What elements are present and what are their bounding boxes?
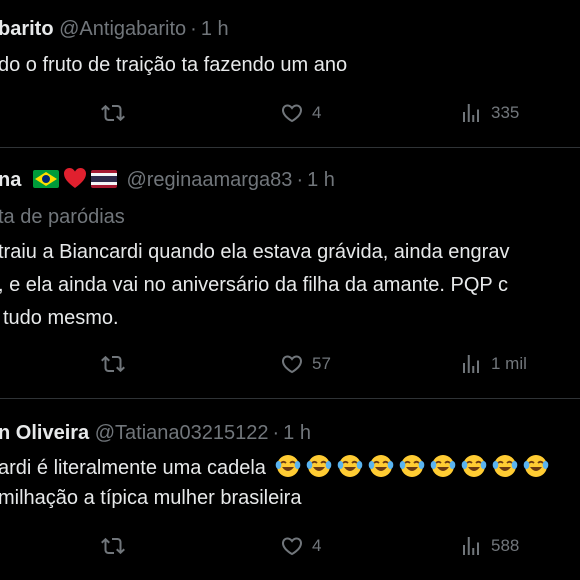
author-handle[interactable]: @reginaamarga83 <box>126 169 292 191</box>
tears-of-joy-emoji <box>462 455 487 477</box>
view-count: 1 mil <box>491 354 527 373</box>
tweet-time[interactable]: 1 h <box>283 422 311 444</box>
author-handle[interactable]: @Tatiana03215122 <box>95 422 269 444</box>
tweet-text-fragment: ardi é literalmente uma cadela <box>0 457 266 479</box>
view-count: 588 <box>491 536 520 555</box>
author-name[interactable]: na <box>0 169 21 191</box>
retweet-icon <box>101 355 125 373</box>
retweet-button[interactable] <box>101 101 133 125</box>
heart-outline-icon <box>281 537 303 556</box>
author-name[interactable]: barito <box>0 18 54 40</box>
tweet-text-line-1: ardi é literalmente uma cadela <box>0 453 554 481</box>
tweet-time[interactable]: 1 h <box>201 18 229 40</box>
red-heart-emoji <box>63 168 86 188</box>
tweet-time[interactable]: 1 h <box>307 169 335 191</box>
like-count: 4 <box>312 536 322 555</box>
like-button[interactable]: 4 <box>280 101 321 125</box>
like-button[interactable]: 4 <box>280 534 321 558</box>
tweet-1[interactable]: barito @Antigabarito · 1 h do o fruto de t… <box>0 0 580 147</box>
tears-of-joy-emoji <box>276 455 301 477</box>
tweet-text: do o fruto de traição ta fazendo um ano <box>0 54 348 76</box>
tears-of-joy-emoji <box>431 455 456 477</box>
heart-outline-icon <box>281 104 303 123</box>
author-name[interactable]: n Oliveira <box>0 422 89 444</box>
emoji-row <box>275 455 554 479</box>
tweet-text-line-3: tudo mesmo. <box>3 307 119 329</box>
tears-of-joy-emoji <box>400 455 425 477</box>
tears-of-joy-emoji <box>307 455 332 477</box>
tweet-text-line-2: , e ela ainda vai no aniversário da filh… <box>0 274 508 296</box>
views-bar-chart-icon <box>463 104 479 122</box>
like-count: 57 <box>312 354 331 373</box>
separator-dot: · <box>190 18 197 40</box>
heart-outline-icon <box>281 355 303 374</box>
retweet-button[interactable] <box>101 534 133 558</box>
views-button[interactable]: 1 mil <box>459 352 527 376</box>
tears-of-joy-emoji <box>524 455 549 477</box>
retweet-icon <box>101 104 125 122</box>
view-count: 335 <box>491 103 520 122</box>
tweet-text-line-1: traiu a Biancardi quando ela estava gráv… <box>0 241 510 263</box>
views-bar-chart-icon <box>463 537 479 555</box>
thailand-flag-emoji <box>90 170 117 188</box>
author-handle[interactable]: @Antigabarito <box>59 18 186 40</box>
tweet-header: barito @Antigabarito · 1 h <box>0 16 229 42</box>
tweet-header: na @reginaamarga83 · 1 h <box>0 167 335 193</box>
tears-of-joy-emoji <box>369 455 394 477</box>
account-label: ta de paródias <box>0 206 125 228</box>
views-bar-chart-icon <box>463 355 479 373</box>
like-button[interactable]: 57 <box>280 352 331 376</box>
brazil-flag-emoji <box>32 170 59 188</box>
separator-dot: · <box>272 422 280 444</box>
tweet-3[interactable]: n Oliveira @Tatiana03215122 · 1 h ardi é l… <box>0 399 580 580</box>
like-count: 4 <box>312 103 322 122</box>
separator-dot: · <box>296 169 304 191</box>
retweet-icon <box>101 537 125 555</box>
tears-of-joy-emoji <box>493 455 518 477</box>
tweet-text-line-2: milhação a típica mulher brasileira <box>0 487 302 509</box>
tweet-header: n Oliveira @Tatiana03215122 · 1 h <box>0 420 311 446</box>
views-button[interactable]: 588 <box>459 534 519 558</box>
retweet-button[interactable] <box>101 352 133 376</box>
views-button[interactable]: 335 <box>459 101 519 125</box>
tweet-2[interactable]: na @reginaamarga83 · 1 h ta de paródias tr… <box>0 148 580 398</box>
tears-of-joy-emoji <box>338 455 363 477</box>
